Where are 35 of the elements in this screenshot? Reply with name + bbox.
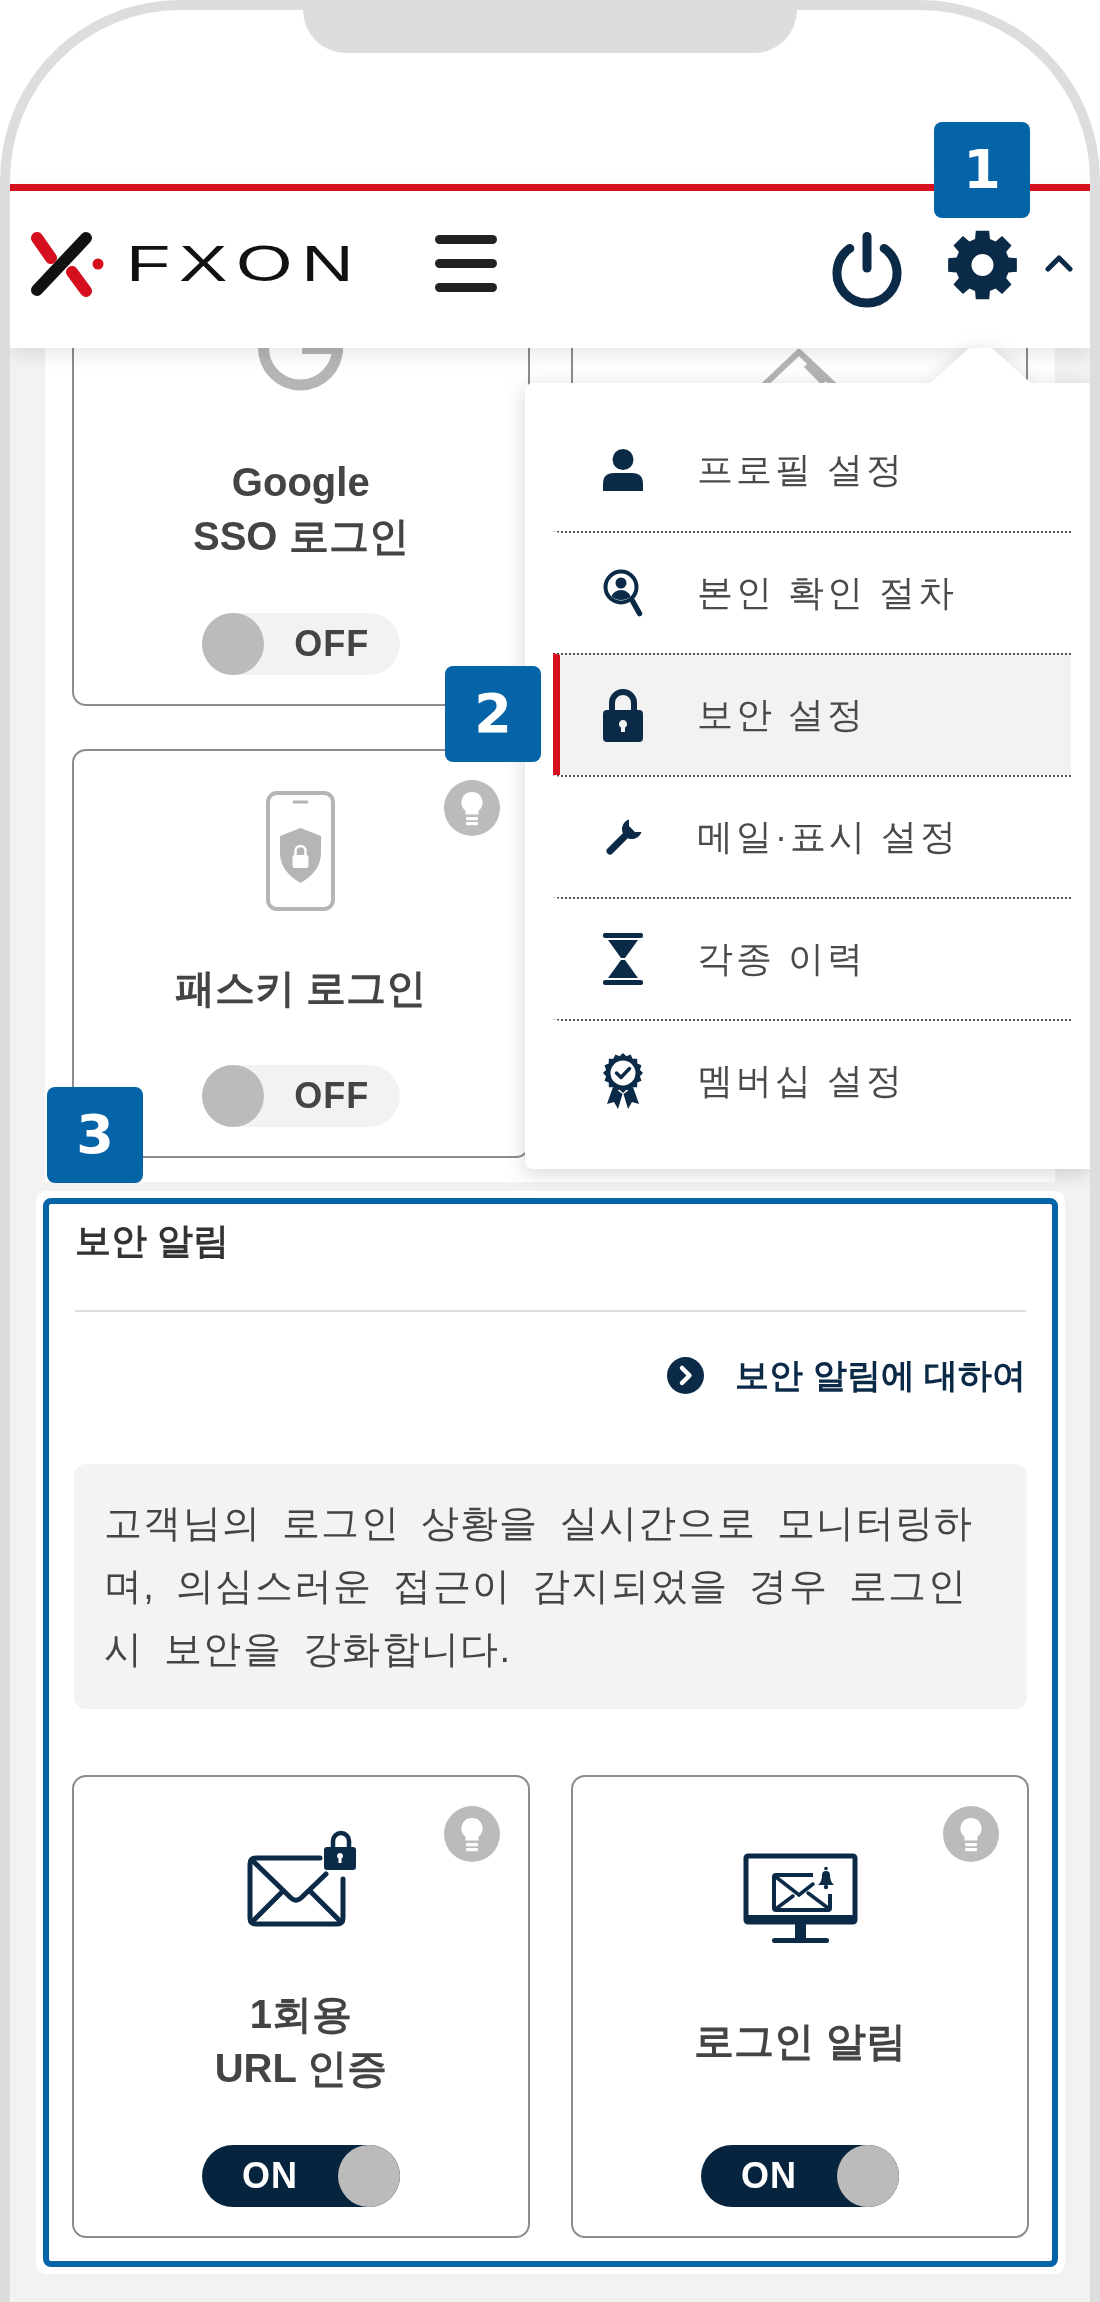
toggle-switch[interactable]: OFF — [201, 1065, 400, 1127]
menu-item[interactable]: 각종 이력 — [553, 897, 1071, 1019]
person-search-icon — [603, 569, 643, 617]
step-badge: 3 — [47, 1087, 143, 1183]
menu-item[interactable]: 프로필 설정 — [553, 409, 1071, 531]
chevron-circle-icon — [667, 1356, 705, 1394]
settings-icon[interactable] — [947, 229, 1018, 300]
logo-wordmark: FXON — [126, 238, 363, 289]
menu-item[interactable]: 멤버십 설정 — [553, 1019, 1071, 1141]
toggle-switch[interactable]: ON — [202, 2145, 400, 2207]
toggle-switch[interactable]: ON — [701, 2145, 899, 2207]
power-icon[interactable] — [831, 231, 903, 308]
monitor-mail-icon — [742, 1853, 858, 1945]
phone-shield-icon — [266, 791, 336, 911]
step-badge: 1 — [934, 122, 1030, 218]
about-link[interactable]: 보안 알림에 대하여 — [667, 1352, 1026, 1398]
menu-item[interactable]: 메일·표시 설정 — [553, 775, 1071, 897]
menu-item[interactable]: 보안 설정 — [553, 653, 1071, 775]
triangle-icon — [761, 348, 838, 383]
padlock-icon — [603, 688, 643, 742]
award-ribbon-icon — [603, 1053, 643, 1109]
wrench-icon — [603, 817, 643, 857]
caret-icon[interactable] — [1045, 255, 1073, 272]
card-title: 로그인 알림 — [694, 2018, 906, 2065]
menu-icon[interactable] — [434, 235, 497, 292]
card-title: 1회용 URL 인증 — [214, 1991, 388, 2092]
g-logo-icon — [258, 348, 344, 391]
person-icon — [603, 449, 643, 491]
section-title: 보안 알림 — [75, 1219, 230, 1263]
card-title: Google SSO 로그인 — [192, 459, 409, 560]
toggle-switch[interactable]: OFF — [201, 613, 400, 675]
step-badge: 2 — [445, 666, 541, 762]
card-title: 패스키 로그인 — [175, 965, 427, 1012]
description-box: 고객님의 로그인 상황을 실시간으로 모니터링하며, 의심스러운 접근이 감지되었을 경우 로그인 시 보안을 강화합니다. — [74, 1464, 1027, 1709]
hourglass-icon — [603, 933, 643, 985]
